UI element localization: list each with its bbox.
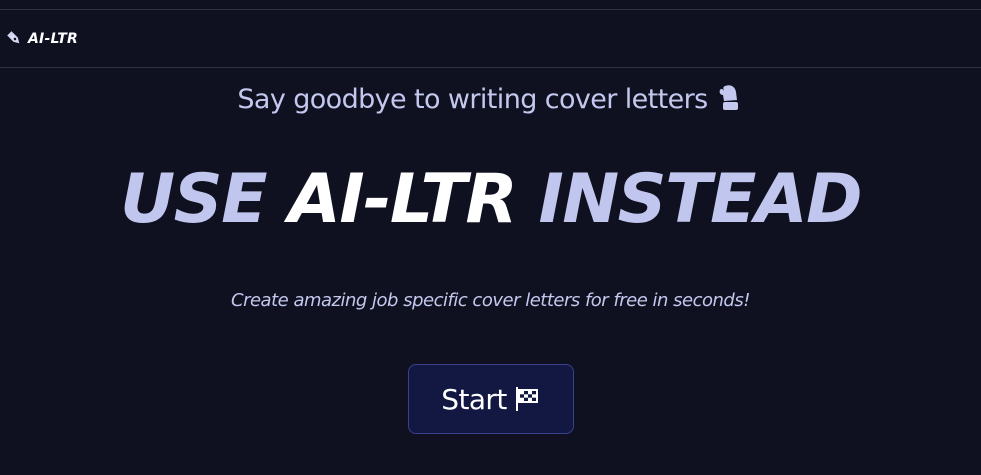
hero-headline: USE AI-LTR INSTEAD: [0, 160, 981, 240]
start-button-label: Start: [441, 382, 507, 416]
pen-nib-icon: [6, 30, 24, 48]
hero-tagline: Say goodbye to writing cover letters: [0, 84, 981, 116]
tagline-text: Say goodbye to writing cover letters: [237, 84, 708, 115]
brand-logo[interactable]: AI-LTR: [6, 30, 78, 48]
mitten-icon: [716, 83, 744, 113]
top-border: [0, 0, 981, 10]
brand-name: AI-LTR: [28, 30, 78, 47]
hero-subtitle: Create amazing job specific cover letter…: [231, 290, 750, 311]
navbar: AI-LTR: [0, 10, 981, 68]
checkered-flag-icon: [513, 385, 541, 413]
headline-instead: INSTEAD: [538, 160, 862, 239]
headline-brand: AI-LTR: [288, 160, 517, 239]
headline-use: USE: [119, 160, 268, 239]
start-button[interactable]: Start: [408, 364, 574, 434]
